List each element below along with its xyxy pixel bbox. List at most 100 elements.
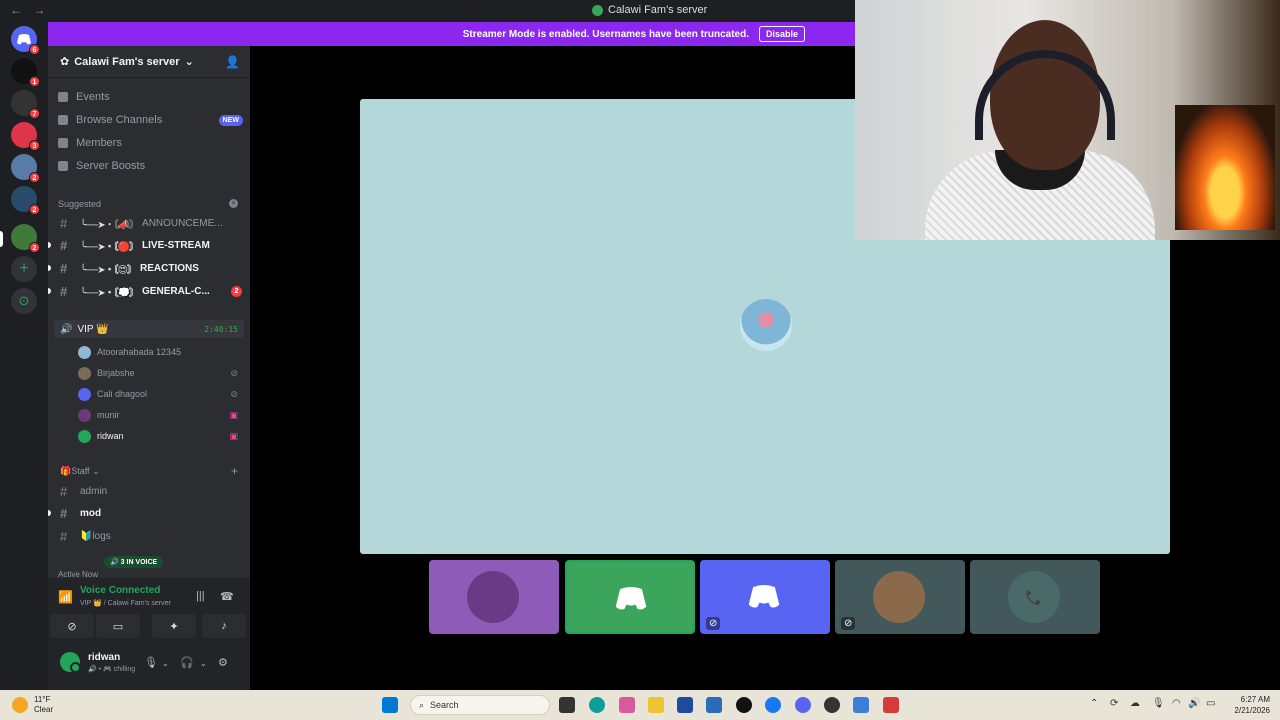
explore-icon[interactable]: ⊙ (11, 288, 37, 314)
category-staff[interactable]: 🎁Staff ⌄ (60, 466, 100, 477)
tiktok-icon[interactable] (736, 697, 752, 713)
start-icon[interactable] (382, 697, 398, 713)
clock[interactable]: 6:27 AM 2/21/2026 (1234, 694, 1270, 716)
signal-icon[interactable]: 📶 (58, 590, 73, 604)
server-icon-5[interactable]: 2 (11, 186, 40, 215)
channel-mod[interactable]: # mod (60, 503, 242, 523)
app-icon[interactable] (883, 697, 899, 713)
cloud-icon[interactable]: ☁ (1130, 698, 1140, 709)
mic-icon[interactable]: 🎙 (144, 656, 158, 669)
discord-taskbar-icon[interactable] (795, 697, 811, 713)
participant-tile[interactable]: 📞 (970, 560, 1100, 634)
participant-tile-speaking[interactable] (565, 560, 695, 634)
server-header[interactable]: ✿ Calawi Fam's server ⌄ 👤 (48, 46, 250, 78)
weather-widget[interactable]: 11°F Clear (12, 695, 53, 715)
calculator-icon[interactable] (677, 697, 693, 713)
screen-share-icon: ▭ (112, 620, 124, 633)
edge-icon[interactable] (589, 697, 605, 713)
channel-live-stream[interactable]: # ╰──➤・〘🔴〙 LIVE-STREAM (60, 235, 242, 255)
channel-announcements[interactable]: # ╰──➤・〘📣〙 ANNOUNCEME... (60, 213, 242, 233)
channel-general-chat[interactable]: # ╰──➤・〘💭〙 GENERAL-C... 2 (60, 281, 242, 301)
sync-icon[interactable]: ⟳ (1110, 698, 1118, 709)
category-label: 🎁Staff (60, 466, 90, 476)
unread-indicator (48, 510, 51, 516)
server-icon-2[interactable]: 7 (11, 90, 40, 119)
participant-tile[interactable]: ⊘ (835, 560, 965, 634)
voice-user-name: Cali dhagool (97, 389, 148, 399)
nav-events[interactable]: Events (58, 87, 243, 107)
screenshare-button[interactable]: ▭ (96, 614, 140, 638)
chevron-down-icon[interactable]: ⌄ (200, 659, 207, 668)
mic-icon[interactable]: 🎙 (1152, 698, 1165, 709)
camera-button[interactable]: ⊘ (50, 614, 94, 638)
forward-icon[interactable]: → (33, 3, 45, 17)
channel-name: LIVE-STREAM (142, 239, 210, 251)
wifi-icon[interactable]: ◠ (1172, 698, 1181, 709)
channel-sidebar: ✿ Calawi Fam's server ⌄ 👤 Events Browse … (48, 46, 250, 690)
nav-members[interactable]: Members (58, 133, 243, 153)
members-icon (58, 138, 68, 148)
server-icon-1[interactable]: 1 (11, 58, 40, 87)
chevron-down-icon[interactable]: ⌄ (162, 659, 169, 668)
channel-reactions[interactable]: # ╰──➤・〘😍〙 REACTIONS (60, 258, 242, 278)
copilot-icon[interactable] (619, 697, 635, 713)
back-icon[interactable]: ← (10, 3, 22, 17)
noise-suppression-icon[interactable]: ||| (196, 590, 205, 602)
server-badge: 2 (29, 242, 40, 253)
deafened-icon: ⊘ (230, 367, 238, 378)
server-icon-3[interactable]: 3 (11, 122, 40, 151)
headphones-icon[interactable]: 🎧 (180, 656, 194, 669)
voice-channel-vip[interactable]: 🔊 VIP 👑 2:40:15 (54, 320, 244, 338)
server-badge: 2 (29, 172, 40, 183)
weather-condition: Clear (34, 705, 54, 714)
obs-icon[interactable] (824, 697, 840, 713)
hash-icon: # (60, 505, 68, 521)
activities-button[interactable]: ✦ (152, 614, 196, 638)
facebook-icon[interactable] (765, 697, 781, 713)
webcam-overlay (855, 0, 1280, 240)
volume-icon[interactable]: 🔊 (1188, 698, 1200, 709)
home-button[interactable]: 6 (11, 26, 40, 55)
gear-icon[interactable]: ⚙ (218, 656, 228, 669)
channel-prefix: ╰──➤・〘💭〙 (80, 287, 139, 299)
battery-icon[interactable]: ▭ (1206, 698, 1215, 709)
nav-label: Members (76, 137, 122, 149)
add-channel-icon[interactable]: + (231, 464, 238, 478)
focused-user-avatar[interactable] (740, 299, 792, 351)
chevron-up-icon[interactable]: ⌃ (1090, 698, 1098, 709)
add-server-icon[interactable]: + (11, 256, 37, 282)
server-icon (592, 4, 603, 16)
disconnect-icon[interactable]: ☎ (220, 590, 234, 603)
outlook-icon[interactable] (706, 697, 722, 713)
search-placeholder: Search (430, 700, 459, 710)
invite-icon[interactable]: 👤 (225, 55, 240, 69)
hash-icon: # (60, 283, 68, 299)
voice-user-self[interactable]: ridwan ▣ (78, 427, 244, 445)
voice-connected-label[interactable]: Voice Connected (80, 585, 160, 596)
voice-user[interactable]: Birjabshe ⊘ (78, 364, 244, 382)
nav-browse-channels[interactable]: Browse Channels NEW (58, 110, 243, 130)
avatar[interactable] (60, 652, 81, 673)
participant-tile[interactable] (429, 560, 559, 634)
channel-name: GENERAL-C... (142, 285, 210, 297)
channel-logs[interactable]: # 🔰logs (60, 526, 242, 546)
in-voice-pill[interactable]: 🔊 3 IN VOICE (104, 556, 164, 568)
soundboard-button[interactable]: ♪ (202, 614, 246, 638)
server-icon-4[interactable]: 2 (11, 154, 40, 183)
avatar (78, 408, 91, 422)
file-explorer-icon[interactable] (648, 697, 664, 713)
voice-user[interactable]: Cali dhagool ⊘ (78, 385, 244, 403)
channel-prefix: ╰──➤・〘📣〙 (80, 219, 139, 231)
shield-icon[interactable] (853, 697, 869, 713)
suggested-header: Suggested (58, 199, 102, 209)
nav-server-boosts[interactable]: Server Boosts (58, 156, 243, 176)
channel-admin[interactable]: # admin (60, 481, 242, 501)
disable-button[interactable]: Disable (758, 26, 805, 42)
search-box[interactable]: ⌕ Search (410, 695, 550, 715)
close-icon[interactable]: × (229, 199, 238, 208)
task-view-icon[interactable] (559, 697, 575, 713)
voice-user[interactable]: munir ▣ (78, 406, 244, 424)
server-icon-selected[interactable]: 2 (11, 224, 40, 253)
participant-tile[interactable]: ⊘ (700, 560, 830, 634)
voice-user[interactable]: Atoorahabada 12345 (78, 343, 244, 361)
